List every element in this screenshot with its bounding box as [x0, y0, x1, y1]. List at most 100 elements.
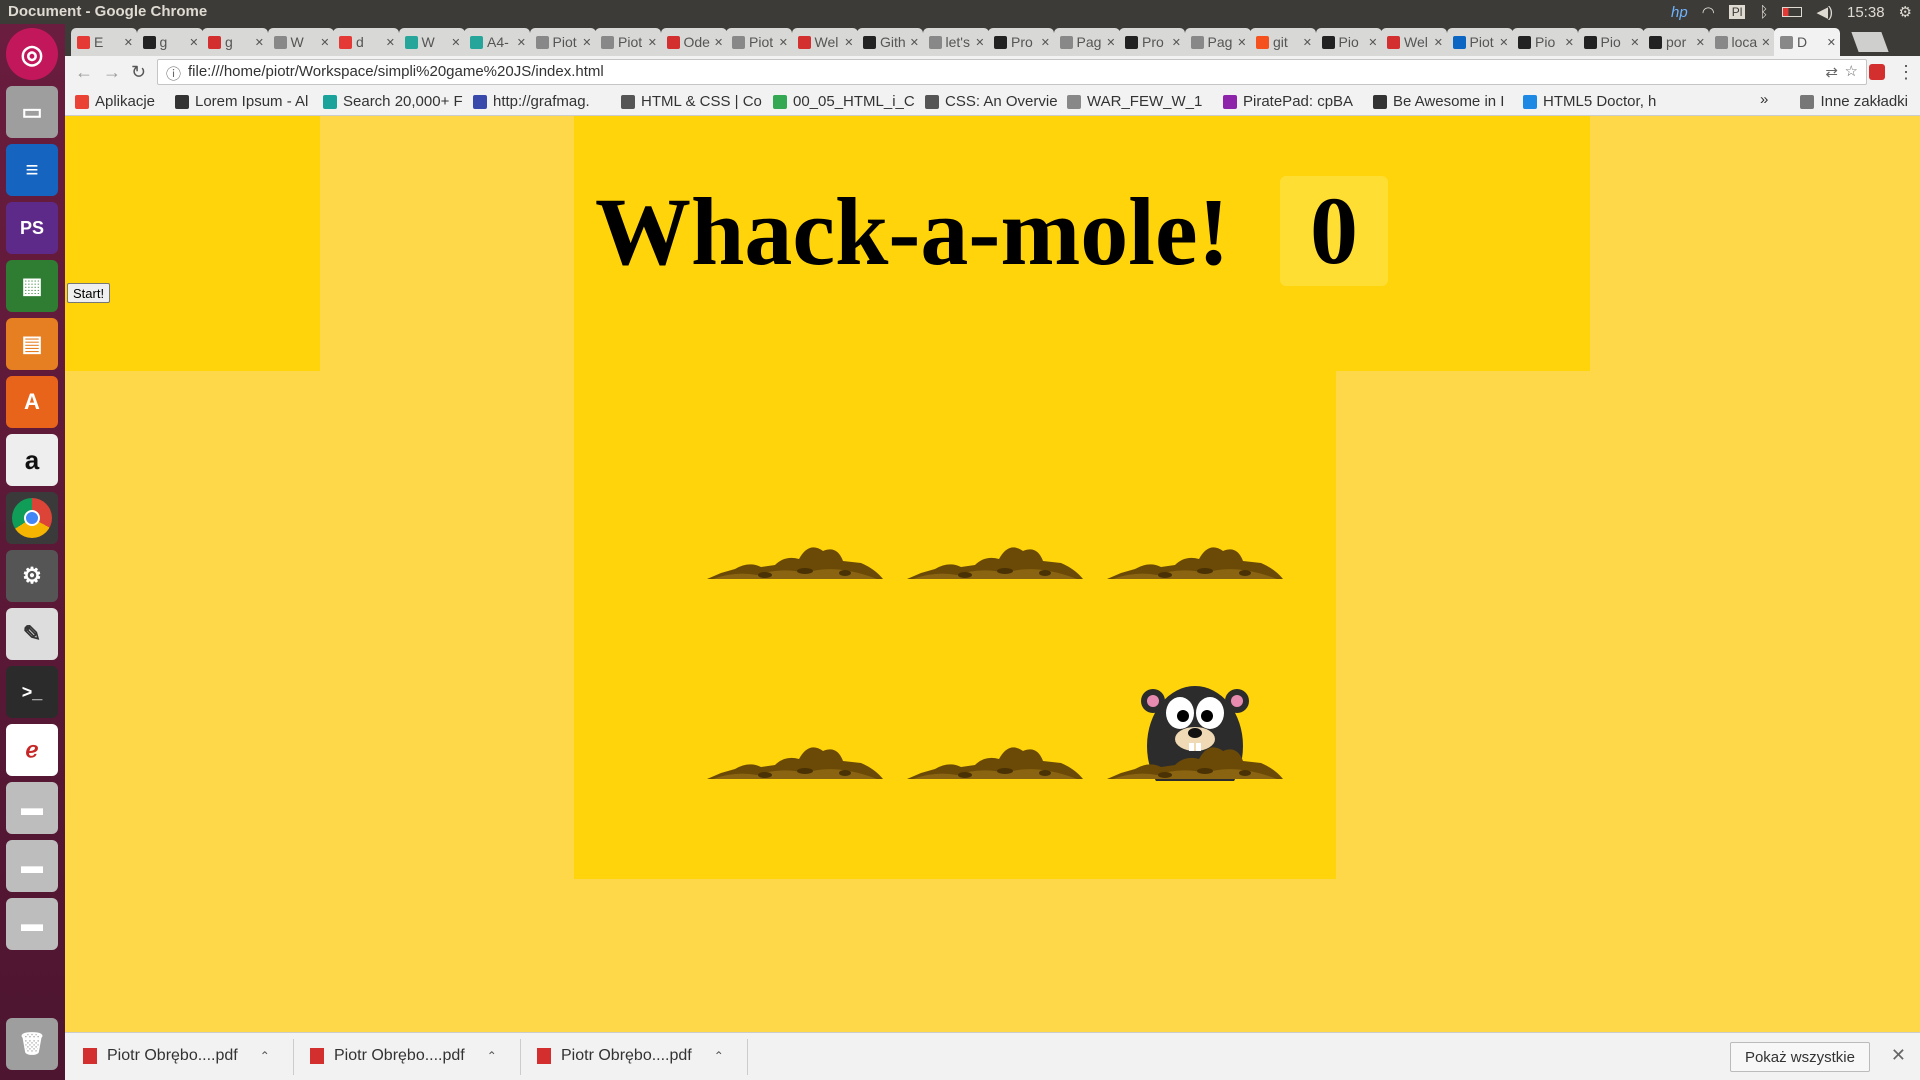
bookmark-item[interactable]: Aplikacje: [75, 93, 155, 110]
impress-icon[interactable]: ▤: [6, 318, 58, 370]
browser-tab[interactable]: Piot ✕: [529, 28, 596, 56]
tab-close-icon[interactable]: ✕: [320, 36, 329, 49]
pdf-viewer-icon[interactable]: ℯ: [6, 724, 58, 776]
tab-close-icon[interactable]: ✕: [1303, 36, 1312, 49]
mole-hole[interactable]: [905, 671, 1085, 781]
browser-tab[interactable]: Pro ✕: [988, 28, 1054, 56]
text-editor-icon[interactable]: ✎: [6, 608, 58, 660]
drive-icon[interactable]: ▬: [6, 898, 58, 950]
reload-icon[interactable]: ↻: [131, 62, 146, 83]
browser-tab[interactable]: W ✕: [267, 28, 334, 56]
info-icon[interactable]: ⓘ: [166, 63, 181, 84]
trash-icon[interactable]: 🗑: [6, 1018, 58, 1070]
new-tab-button[interactable]: [1851, 32, 1889, 52]
tab-close-icon[interactable]: ✕: [1106, 36, 1115, 49]
browser-tab[interactable]: git ✕: [1250, 28, 1316, 56]
browser-tab[interactable]: loca ✕: [1708, 28, 1775, 56]
address-bar[interactable]: ⓘ file:///home/piotr/Workspace/simpli%20…: [157, 59, 1867, 85]
forward-arrow-icon[interactable]: →: [103, 62, 121, 83]
browser-tab[interactable]: g ✕: [202, 28, 268, 56]
bookmark-item[interactable]: HTML5 Doctor, h: [1523, 93, 1656, 110]
mole-hole[interactable]: [705, 671, 885, 781]
translate-icon[interactable]: ⇄: [1825, 63, 1838, 81]
hp-icon[interactable]: hp: [1671, 4, 1688, 21]
browser-tab[interactable]: Ode ✕: [660, 28, 727, 56]
browser-tab[interactable]: d ✕: [333, 28, 399, 56]
browser-tab[interactable]: Wel ✕: [1381, 28, 1447, 56]
bookmark-item[interactable]: 00_05_HTML_i_C: [773, 93, 915, 110]
close-downloads-icon[interactable]: ✕: [1891, 1045, 1906, 1066]
tab-close-icon[interactable]: ✕: [1434, 36, 1443, 49]
start-button[interactable]: Start!: [67, 283, 111, 303]
tab-close-icon[interactable]: ✕: [714, 36, 723, 49]
bookmark-item[interactable]: CSS: An Overvie: [925, 93, 1058, 110]
terminal-icon[interactable]: >_: [6, 666, 58, 718]
tab-close-icon[interactable]: ✕: [1041, 36, 1050, 49]
keyboard-layout[interactable]: Pl: [1728, 5, 1746, 19]
menu-icon[interactable]: ⋮: [1897, 62, 1915, 83]
download-item[interactable]: Piotr Obrębo....pdf ⌃: [537, 1047, 724, 1065]
tab-close-icon[interactable]: ✕: [910, 36, 919, 49]
tab-close-icon[interactable]: ✕: [1565, 36, 1574, 49]
bookmark-item[interactable]: PiratePad: cpBA: [1223, 93, 1353, 110]
browser-tab[interactable]: Piot ✕: [595, 28, 661, 56]
chevron-up-icon[interactable]: ⌃: [487, 1049, 497, 1063]
settings-gear-icon[interactable]: ⚙: [1899, 3, 1912, 21]
bookmark-item[interactable]: HTML & CSS | Co: [621, 93, 762, 110]
software-center-icon[interactable]: A: [6, 376, 58, 428]
tab-close-icon[interactable]: ✕: [779, 36, 788, 49]
show-all-downloads-button[interactable]: Pokaż wszystkie: [1729, 1042, 1870, 1072]
bookmark-item[interactable]: Be Awesome in I: [1373, 93, 1504, 110]
other-bookmarks-folder[interactable]: Inne zakładki: [1800, 93, 1908, 110]
browser-tab[interactable]: Pag ✕: [1184, 28, 1251, 56]
download-item[interactable]: Piotr Obrębo....pdf ⌃: [310, 1047, 497, 1065]
mole-hole[interactable]: [1105, 671, 1285, 806]
battery-icon[interactable]: [1782, 7, 1803, 17]
chrome-icon[interactable]: [6, 492, 58, 544]
browser-tab[interactable]: Pro ✕: [1119, 28, 1185, 56]
extension-icon[interactable]: [1869, 64, 1885, 80]
file-manager-icon[interactable]: ▭: [6, 86, 58, 138]
tab-close-icon[interactable]: ✕: [1761, 36, 1770, 49]
calc-icon[interactable]: ▦: [6, 260, 58, 312]
chevron-up-icon[interactable]: ⌃: [260, 1049, 270, 1063]
drive-icon[interactable]: ▬: [6, 840, 58, 892]
tab-close-icon[interactable]: ✕: [1630, 36, 1639, 49]
browser-tab[interactable]: por ✕: [1643, 28, 1709, 56]
mole-hole[interactable]: [905, 471, 1085, 581]
chevron-up-icon[interactable]: ⌃: [714, 1049, 724, 1063]
tab-close-icon[interactable]: ✕: [1368, 36, 1377, 49]
clock[interactable]: 15:38: [1847, 4, 1885, 21]
tab-close-icon[interactable]: ✕: [1237, 36, 1246, 49]
mole-icon[interactable]: [1105, 671, 1285, 806]
ubuntu-dash-icon[interactable]: ◎: [6, 28, 58, 80]
browser-tab[interactable]: A4- ✕: [464, 28, 530, 56]
tab-close-icon[interactable]: ✕: [1499, 36, 1508, 49]
phpstorm-icon[interactable]: PS: [6, 202, 58, 254]
back-arrow-icon[interactable]: ←: [75, 62, 93, 83]
bookmark-star-icon[interactable]: ☆: [1845, 62, 1858, 80]
bookmarks-overflow-icon[interactable]: »: [1760, 91, 1768, 108]
browser-tab[interactable]: Gith ✕: [857, 28, 923, 56]
browser-tab[interactable]: Pio ✕: [1512, 28, 1578, 56]
bluetooth-icon[interactable]: ᛒ: [1759, 4, 1768, 21]
tab-close-icon[interactable]: ✕: [451, 36, 460, 49]
tab-close-icon[interactable]: ✕: [648, 36, 657, 49]
browser-tab[interactable]: Pag ✕: [1053, 28, 1120, 56]
bookmark-item[interactable]: Lorem Ipsum - Al: [175, 93, 308, 110]
tab-close-icon[interactable]: ✕: [124, 36, 133, 49]
browser-tab[interactable]: Piot ✕: [726, 28, 792, 56]
volume-icon[interactable]: ◀): [1816, 3, 1833, 21]
browser-tab[interactable]: Pio ✕: [1315, 28, 1382, 56]
tab-close-icon[interactable]: ✕: [844, 36, 853, 49]
tab-close-icon[interactable]: ✕: [975, 36, 984, 49]
tab-close-icon[interactable]: ✕: [386, 36, 395, 49]
writer-icon[interactable]: ≡: [6, 144, 58, 196]
system-settings-icon[interactable]: ⚙: [6, 550, 58, 602]
browser-tab[interactable]: Wel ✕: [791, 28, 858, 56]
bookmark-item[interactable]: WAR_FEW_W_1: [1067, 93, 1202, 110]
browser-tab[interactable]: Pio ✕: [1577, 28, 1644, 56]
browser-tab[interactable]: Piot ✕: [1446, 28, 1513, 56]
browser-tab[interactable]: E ✕: [71, 28, 137, 56]
browser-tab[interactable]: g ✕: [136, 28, 203, 56]
